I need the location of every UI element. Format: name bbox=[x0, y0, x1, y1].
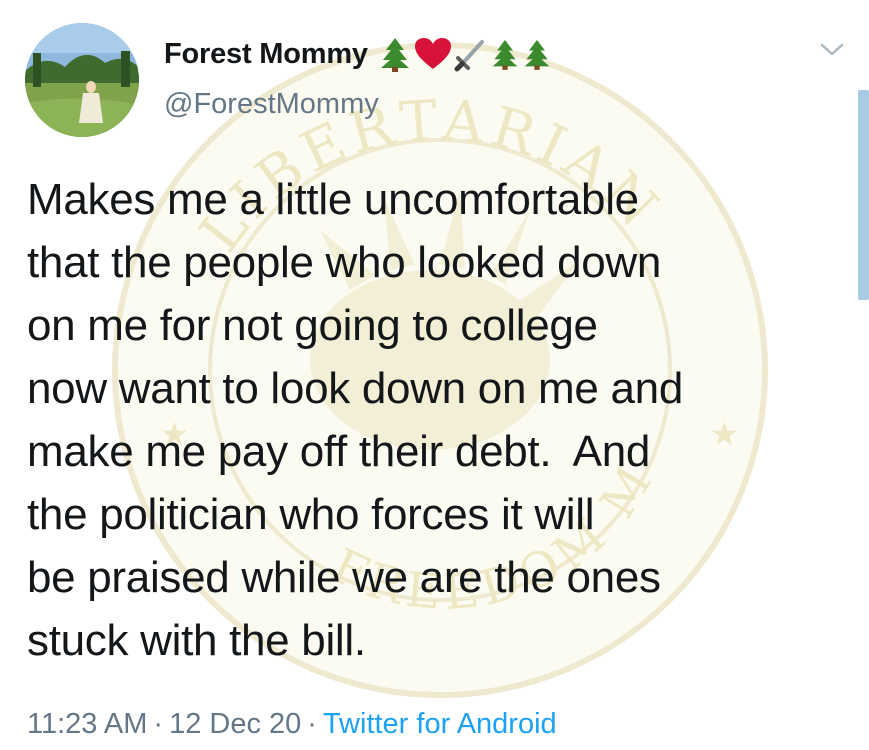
tweet-text-line: now want to look down on me and bbox=[27, 364, 684, 413]
meta-separator: · bbox=[307, 708, 317, 740]
evergreen-tree-icon bbox=[492, 39, 518, 70]
meta-separator: · bbox=[153, 708, 164, 740]
evergreen-tree-icon bbox=[380, 38, 409, 72]
tweet-text-line: make me pay off their debt. And bbox=[27, 427, 651, 476]
chevron-down-icon[interactable] bbox=[818, 40, 846, 60]
tweet-text-line: that the people who looked down bbox=[27, 238, 662, 287]
tweet-text-line: the politician who forces it will bbox=[27, 490, 595, 539]
tweet-text-line: be praised while we are the ones bbox=[27, 553, 661, 602]
user-handle[interactable]: @ForestMommy bbox=[164, 88, 379, 121]
dagger-icon bbox=[454, 40, 484, 72]
tweet-text: Makes me a little uncomfortable that the… bbox=[27, 168, 847, 672]
tweet-source-link[interactable]: Twitter for Android bbox=[323, 708, 557, 740]
tweet-card: LIBERTARIAN FREEDOM MATTERS ★ ★ Forest M… bbox=[0, 0, 869, 750]
scrollbar[interactable] bbox=[858, 90, 869, 300]
display-name[interactable]: Forest Mommy bbox=[164, 38, 368, 71]
avatar[interactable] bbox=[25, 23, 139, 137]
name-emojis bbox=[378, 36, 552, 72]
tweet-date[interactable]: 12 Dec 20 bbox=[169, 708, 301, 740]
red-heart-icon bbox=[414, 38, 451, 69]
avatar-image bbox=[25, 23, 139, 137]
evergreen-tree-icon bbox=[524, 39, 550, 70]
tweet-text-line: Makes me a little uncomfortable bbox=[27, 175, 639, 224]
tweet-text-line: stuck with the bill. bbox=[27, 616, 366, 665]
tweet-meta: 11:23 AM · 12 Dec 20 · Twitter for Android bbox=[27, 708, 557, 741]
tweet-text-line: on me for not going to college bbox=[27, 301, 598, 350]
author-name-row[interactable]: Forest Mommy bbox=[164, 34, 552, 74]
tweet-time[interactable]: 11:23 AM bbox=[27, 708, 147, 740]
